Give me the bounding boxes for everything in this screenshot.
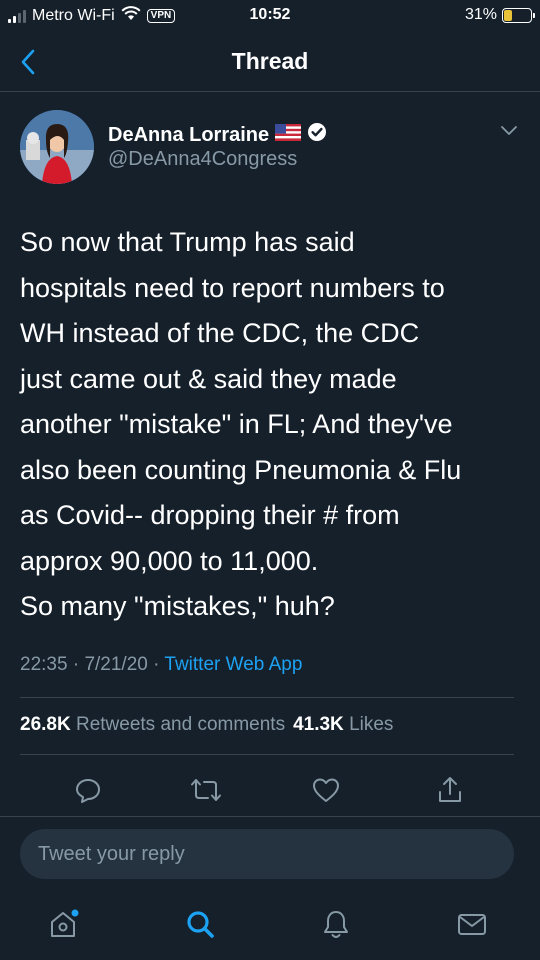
tweet-time: 22:35 (20, 654, 68, 675)
meta-separator: · (72, 654, 85, 675)
author-name-row[interactable]: DeAnna Lorraine (108, 122, 327, 148)
author-name[interactable]: DeAnna Lorraine (108, 124, 269, 147)
us-flag-icon (275, 123, 302, 147)
thread-header: Thread (0, 34, 540, 92)
battery-percent: 31% (464, 6, 497, 23)
status-right: 31% (464, 6, 535, 24)
reply-input[interactable] (20, 829, 514, 879)
chevron-down-icon (501, 126, 517, 135)
tab-notifications[interactable] (316, 904, 356, 944)
heart-icon (313, 778, 339, 802)
tweet-meta: 22:35 · 7/21/20 · Twitter Web App (20, 654, 302, 676)
retweet-button[interactable] (186, 770, 226, 810)
tweet-date: 7/21/20 (84, 654, 148, 675)
tab-messages[interactable] (452, 904, 492, 944)
tweet-source-link[interactable]: Twitter Web App (164, 654, 302, 675)
verified-badge-icon (307, 122, 327, 148)
avatar[interactable] (20, 110, 94, 184)
tweet-actions (0, 770, 540, 810)
tab-home[interactable] (44, 904, 84, 944)
home-icon (51, 909, 79, 937)
avatar-image (20, 110, 94, 184)
status-bar: Metro Wi-Fi VPN 10:52 31% (0, 0, 540, 34)
likes-label: Likes (349, 714, 394, 735)
retweet-icon (191, 779, 221, 801)
battery-icon (502, 7, 535, 23)
tweet-text: So now that Trump has said hospitals nee… (20, 227, 462, 621)
likes-count: 41.3K (293, 714, 344, 735)
retweets-stat[interactable]: 26.8K Retweets and comments (20, 714, 285, 736)
reply-button[interactable] (68, 770, 108, 810)
likes-stat[interactable]: 41.3K Likes (293, 714, 393, 736)
battery-fill (504, 9, 512, 21)
author-handle[interactable]: @DeAnna4Congress (108, 148, 297, 171)
like-button[interactable] (306, 770, 346, 810)
meta-separator: · (153, 654, 165, 675)
share-icon (439, 777, 461, 802)
retweets-count: 26.8K (20, 714, 71, 735)
reply-icon (76, 779, 100, 803)
status-time: 10:52 (249, 6, 291, 23)
tweet-options-button[interactable] (500, 124, 518, 142)
bottom-tab-bar (0, 894, 540, 960)
divider (20, 754, 514, 755)
search-icon (187, 911, 214, 938)
page-title: Thread (231, 48, 309, 74)
reply-composer (0, 816, 540, 894)
mail-icon (458, 914, 486, 935)
bell-icon (324, 911, 348, 938)
tab-search[interactable] (180, 904, 220, 944)
divider (20, 697, 514, 698)
tweet-stats: 26.8K Retweets and comments 41.3K Likes (20, 714, 393, 736)
retweets-label: Retweets and comments (75, 714, 286, 735)
share-button[interactable] (430, 770, 470, 810)
